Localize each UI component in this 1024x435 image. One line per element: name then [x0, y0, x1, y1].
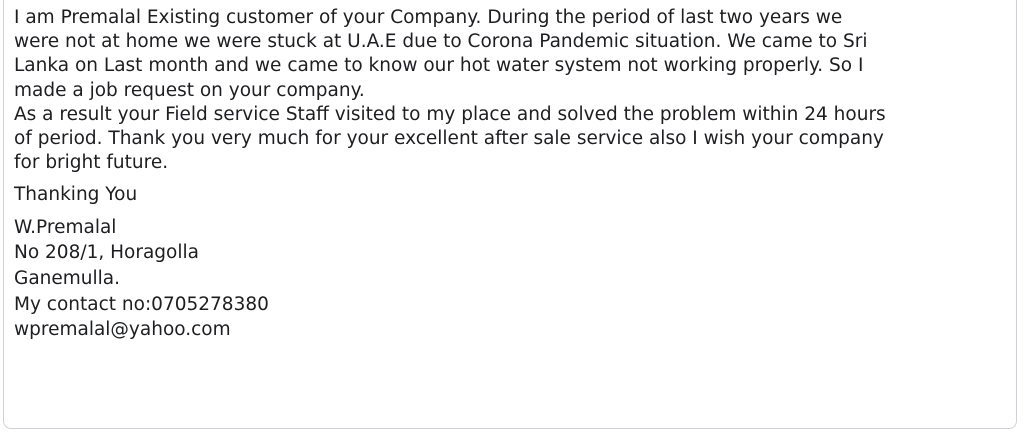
message-paragraph-1: I am Premalal Existing customer of your … — [14, 6, 1016, 103]
closing-text: Thanking You — [14, 184, 138, 206]
message-line: for bright future. — [14, 152, 169, 174]
message-paragraph-2: As a result your Field service Staff vis… — [14, 103, 1016, 176]
signature-name: W.Premalal — [14, 216, 117, 238]
message-line: made a job request on your company. — [14, 79, 365, 101]
signature-contact: My contact no:0705278380 — [14, 293, 269, 315]
message-card: I am Premalal Existing customer of your … — [3, 0, 1017, 429]
signature-block: W.Premalal No 208/1, Horagolla Ganemulla… — [14, 216, 1016, 343]
message-line: I am Premalal Existing customer of your … — [14, 7, 843, 28]
message-line: As a result your Field service Staff vis… — [14, 103, 886, 125]
message-line: of period. Thank you very much for your … — [14, 128, 884, 150]
message-line: were not at home we were stuck at U.A.E … — [14, 31, 868, 53]
signature-address-line-2: Ganemulla. — [14, 268, 121, 290]
signature-email: wpremalal@yahoo.com — [14, 319, 231, 341]
message-line: Lanka on Last month and we came to know … — [14, 55, 864, 77]
signature-address-line-1: No 208/1, Horagolla — [14, 242, 199, 264]
